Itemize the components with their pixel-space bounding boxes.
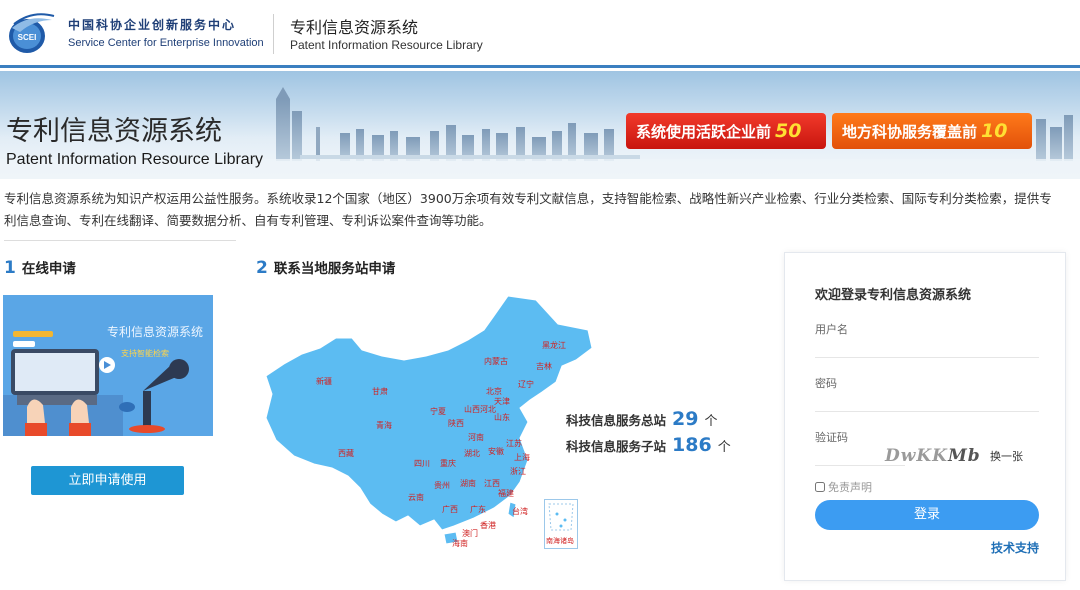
inset-label: 南海诸岛: [546, 537, 574, 545]
province-label[interactable]: 西藏: [338, 448, 354, 459]
tech-support-link[interactable]: 技术支持: [991, 539, 1039, 556]
province-label[interactable]: 吉林: [536, 361, 552, 372]
login-title: 欢迎登录专利信息资源系统: [815, 288, 972, 303]
province-label[interactable]: 海南: [452, 538, 468, 549]
province-label[interactable]: 湖南: [460, 478, 476, 489]
province-label[interactable]: 四川: [414, 458, 430, 469]
login-panel: 欢迎登录专利信息资源系统 用户名 密码 验证码 DwKKMb 换一张 免责声明 …: [784, 252, 1066, 581]
password-label: 密码: [815, 377, 837, 390]
site-header: SCEI 中国科协企业创新服务中心 Service Center for Ent…: [0, 0, 1080, 68]
total-station-count: 29: [672, 408, 699, 430]
province-label[interactable]: 浙江: [510, 466, 526, 477]
disclaimer-label[interactable]: 免责声明: [828, 481, 872, 494]
islands-inset-icon: [548, 503, 574, 531]
disclaimer-checkbox-row[interactable]: 免责声明: [815, 479, 872, 495]
badge-coverage-text: 地方科协服务覆盖前: [842, 123, 978, 141]
disclaimer-checkbox[interactable]: [815, 482, 825, 492]
scei-emblem-icon: SCEI: [9, 13, 55, 53]
province-label[interactable]: 天津: [494, 396, 510, 407]
header-divider: [273, 14, 274, 54]
active-enterprise-badge: 系统使用活跃企业前 50: [626, 113, 826, 149]
captcha-label: 验证码: [815, 431, 848, 444]
hero-banner: 专利信息资源系统 Patent Information Resource Lib…: [0, 71, 1080, 179]
laptop-illustration-icon: [3, 331, 189, 436]
coverage-badge: 地方科协服务覆盖前 10: [832, 113, 1032, 149]
province-label[interactable]: 陕西: [448, 418, 464, 429]
online-apply-illustration: 专利信息资源系统 支持智能检索: [3, 295, 213, 436]
province-label[interactable]: 新疆: [316, 376, 332, 387]
province-label[interactable]: 台湾: [512, 506, 528, 517]
province-label[interactable]: 广东: [470, 504, 486, 515]
org-name-cn: 中国科协企业创新服务中心: [68, 18, 237, 32]
badge-active-text: 系统使用活跃企业前: [636, 123, 772, 141]
system-intro: 专利信息资源系统为知识产权运用公益性服务。系统收录12个国家（地区）3900万余…: [4, 191, 1052, 228]
province-label[interactable]: 湖北: [464, 448, 480, 459]
province-label[interactable]: 香港: [480, 520, 496, 531]
step-number: 2: [256, 258, 268, 278]
province-label[interactable]: 黑龙江: [542, 340, 566, 351]
local-station-heading: 2 联系当地服务站申请: [256, 257, 395, 278]
captcha-text-dark: Mb: [947, 446, 981, 466]
province-label[interactable]: 广西: [442, 504, 458, 515]
username-label: 用户名: [815, 323, 848, 336]
banner-title-cn: 专利信息资源系统: [6, 116, 222, 147]
illustration-subtitle: 支持智能检索: [121, 349, 169, 358]
province-label[interactable]: 河南: [468, 432, 484, 443]
province-label[interactable]: 福建: [498, 488, 514, 499]
login-button[interactable]: 登录: [815, 500, 1039, 530]
province-label[interactable]: 贵州: [434, 480, 450, 491]
org-name-en: Service Center for Enterprise Innovation: [68, 37, 264, 49]
province-label[interactable]: 山西: [464, 404, 480, 415]
username-input[interactable]: [815, 336, 1039, 358]
unit-label: 个: [717, 440, 731, 455]
captcha-text-light: DwKK: [885, 446, 948, 466]
province-label[interactable]: 重庆: [440, 458, 456, 469]
step-number: 1: [4, 258, 16, 278]
sub-station-count: 186: [672, 434, 712, 456]
province-label[interactable]: 辽宁: [518, 379, 534, 390]
badge-active-num: 50: [775, 120, 802, 142]
banner-title-en: Patent Information Resource Library: [6, 151, 264, 168]
province-label[interactable]: 山东: [494, 412, 510, 423]
sub-station-stat: 科技信息服务子站 186 个: [566, 434, 731, 456]
system-name-en: Patent Information Resource Library: [290, 38, 483, 52]
province-label[interactable]: 云南: [408, 492, 424, 503]
sub-station-label: 科技信息服务子站: [566, 439, 667, 454]
section-divider: [4, 240, 236, 241]
captcha-image[interactable]: DwKKMb: [885, 446, 987, 470]
unit-label: 个: [704, 414, 718, 429]
local-station-label: 联系当地服务站申请: [273, 261, 396, 277]
badge-coverage-num: 10: [981, 120, 1008, 142]
province-label[interactable]: 青海: [376, 420, 392, 431]
province-label[interactable]: 内蒙古: [484, 356, 508, 367]
online-apply-heading: 1 在线申请: [4, 257, 76, 278]
illustration-title: 专利信息资源系统: [107, 325, 204, 339]
province-label[interactable]: 甘肃: [372, 386, 388, 397]
province-label[interactable]: 江苏: [506, 438, 522, 449]
password-input[interactable]: [815, 390, 1039, 412]
org-logo[interactable]: SCEI 中国科协企业创新服务中心 Service Center for Ent…: [6, 10, 266, 58]
logo-text: SCEI: [18, 33, 37, 42]
province-label[interactable]: 上海: [514, 452, 530, 463]
system-name-cn: 专利信息资源系统: [290, 18, 419, 37]
online-apply-label: 在线申请: [21, 261, 76, 277]
refresh-captcha-link[interactable]: 换一张: [990, 448, 1023, 464]
south-china-sea-inset: 南海诸岛: [544, 499, 578, 549]
province-label[interactable]: 安徽: [488, 446, 504, 457]
total-station-stat: 科技信息服务总站 29 个: [566, 408, 717, 430]
apply-now-button[interactable]: 立即申请使用: [31, 466, 184, 495]
total-station-label: 科技信息服务总站: [566, 413, 667, 428]
province-label[interactable]: 宁夏: [430, 406, 446, 417]
